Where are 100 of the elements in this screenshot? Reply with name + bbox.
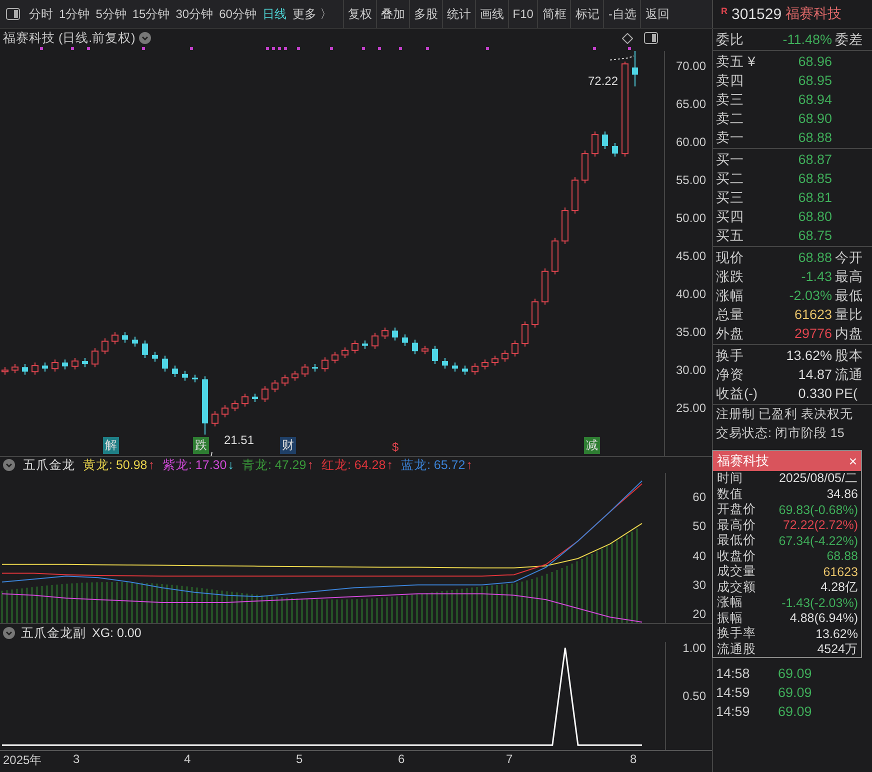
period-tab[interactable]: 5分钟 [92, 0, 130, 28]
indicator-axis-label: 1.00 [682, 640, 706, 655]
close-button[interactable]: × [848, 453, 857, 469]
quote-label: 流通 [835, 366, 863, 384]
event-marker[interactable]: 财 [280, 437, 296, 454]
tooltip-value: 4.88(6.94%) [790, 611, 858, 626]
quote-label: 卖一 [716, 128, 745, 146]
period-tab[interactable]: 1分钟 [56, 0, 93, 28]
panel-toggle-icon[interactable] [644, 32, 658, 44]
event-marker[interactable]: $ [390, 440, 401, 454]
tooltip-label: 换手率 [717, 625, 756, 642]
period-tab[interactable]: 分时 [26, 0, 56, 28]
quote-value: 29776 [793, 326, 832, 341]
event-marker[interactable]: 减 [584, 437, 600, 454]
quote-label: 股本 [835, 346, 863, 364]
toolbar-button[interactable]: 返回 [640, 0, 674, 28]
quote-value: 68.85 [797, 171, 832, 186]
period-tab[interactable]: 30分钟 [172, 0, 216, 28]
quote-label: 卖四 [716, 72, 745, 90]
indicator-name: 五爪金龙副 [21, 624, 86, 642]
period-tab[interactable]: 更多 〉 [289, 0, 335, 28]
price-axis-label: 30.00 [676, 363, 706, 378]
tooltip-value: 4524万 [817, 640, 858, 658]
diamond-icon[interactable] [622, 32, 633, 44]
quote-label: 买五 [716, 226, 745, 244]
tick-time: 14:58 [716, 666, 751, 681]
indicator-value: 红龙: 64.28↑ [321, 456, 393, 474]
tooltip-value: 68.88 [826, 549, 858, 564]
toolbar-button[interactable]: 叠加 [376, 0, 409, 28]
price-axis-label: 60.00 [676, 135, 706, 150]
tick-price: 69.09 [778, 704, 812, 719]
chevron-down-icon[interactable] [3, 459, 15, 471]
quote-label: 收益(-) [716, 384, 758, 402]
quote-value: -1.43 [800, 269, 832, 284]
quote-label: 外盘 [716, 324, 745, 342]
quote-value: 68.90 [797, 111, 832, 126]
tooltip-label: 流通股 [717, 640, 756, 658]
indicator-axis-label: 40 [692, 548, 706, 563]
quote-value: 68.96 [797, 54, 832, 69]
tooltip-label: 涨幅 [717, 594, 743, 612]
date-axis-label: 7 [506, 752, 513, 766]
indicator-value: 黄龙: 50.98↑ [83, 456, 154, 474]
panel-toggle-icon[interactable] [6, 8, 20, 20]
price-axis-label: 70.00 [676, 59, 706, 74]
toolbar-button[interactable]: 标记 [570, 0, 604, 28]
quote-label: 换手 [716, 346, 745, 364]
quote-value: 68.95 [797, 73, 832, 88]
chevron-down-icon[interactable] [139, 32, 152, 44]
quote-label: 内盘 [835, 324, 863, 342]
toolbar-button[interactable]: -自选 [603, 0, 640, 28]
date-axis-label: 4 [184, 752, 191, 766]
tooltip-label: 开盘价 [717, 501, 756, 518]
quote-label: 委比 [716, 30, 745, 48]
toolbar-button[interactable]: 画线 [474, 0, 508, 28]
quote-label: 买四 [716, 208, 745, 226]
high-price-label: 72.22 [588, 74, 618, 88]
tooltip-title: 福赛科技 [717, 452, 769, 470]
quote-label: 现价 [716, 248, 745, 266]
toolbar-button[interactable]: 简框 [537, 0, 570, 28]
quote-label: 涨幅 [716, 286, 745, 304]
indicator-name: 五爪金龙 [23, 456, 75, 474]
indicator-axis-label: 20 [692, 607, 706, 622]
event-marker[interactable]: 跌 [193, 437, 209, 454]
tooltip-value: 69.83(-0.68%) [778, 502, 858, 517]
tooltip-value: 13.62% [816, 626, 858, 641]
leader-line [610, 56, 634, 60]
tooltip-value: 61623 [823, 564, 858, 579]
toolbar-button[interactable]: 统计 [442, 0, 475, 28]
toolbar-button[interactable]: 复权 [342, 0, 376, 28]
quote-label: 净资 [716, 366, 745, 384]
tick-price: 69.09 [778, 685, 812, 700]
quote-value: 68.88 [797, 250, 832, 265]
quote-label: 今开 [835, 248, 863, 266]
quote-label: 委差 [835, 30, 863, 48]
quote-label: 涨跌 [716, 268, 745, 286]
toolbar-button[interactable]: 多股 [408, 0, 442, 28]
quote-label: 买一 [716, 150, 745, 168]
indicator-value: 青龙: 47.29↑ [242, 456, 314, 474]
tick-time: 14:59 [716, 685, 751, 700]
indicator-axis-label: 50 [692, 519, 706, 534]
quote-label: 量比 [835, 306, 863, 324]
toolbar-button[interactable]: F10 [508, 0, 538, 28]
indicator-axis-label: 30 [692, 578, 706, 592]
quote-value: 14.87 [797, 367, 832, 382]
indicator-value: 紫龙: 17.30↓ [162, 456, 234, 474]
stock-code: 301529 [732, 6, 782, 22]
period-tab[interactable]: 15分钟 [129, 0, 173, 28]
quote-value: 68.88 [797, 130, 832, 145]
quote-label: 最高 [835, 268, 863, 286]
quote-label: 卖二 [716, 110, 745, 128]
tooltip-value: 67.34(-4.22%) [778, 534, 858, 548]
quote-value: 61623 [793, 307, 832, 322]
low-price-label: 21.51 [224, 433, 254, 447]
tooltip-label: 数值 [717, 486, 743, 503]
period-tab[interactable]: 60分钟 [216, 0, 260, 28]
price-axis-label: 50.00 [676, 211, 706, 226]
date-axis-label: 3 [73, 752, 80, 766]
period-tab[interactable]: 日线 [259, 0, 290, 28]
chevron-down-icon[interactable] [3, 627, 15, 639]
stock-name: 福赛科技 [786, 5, 842, 23]
